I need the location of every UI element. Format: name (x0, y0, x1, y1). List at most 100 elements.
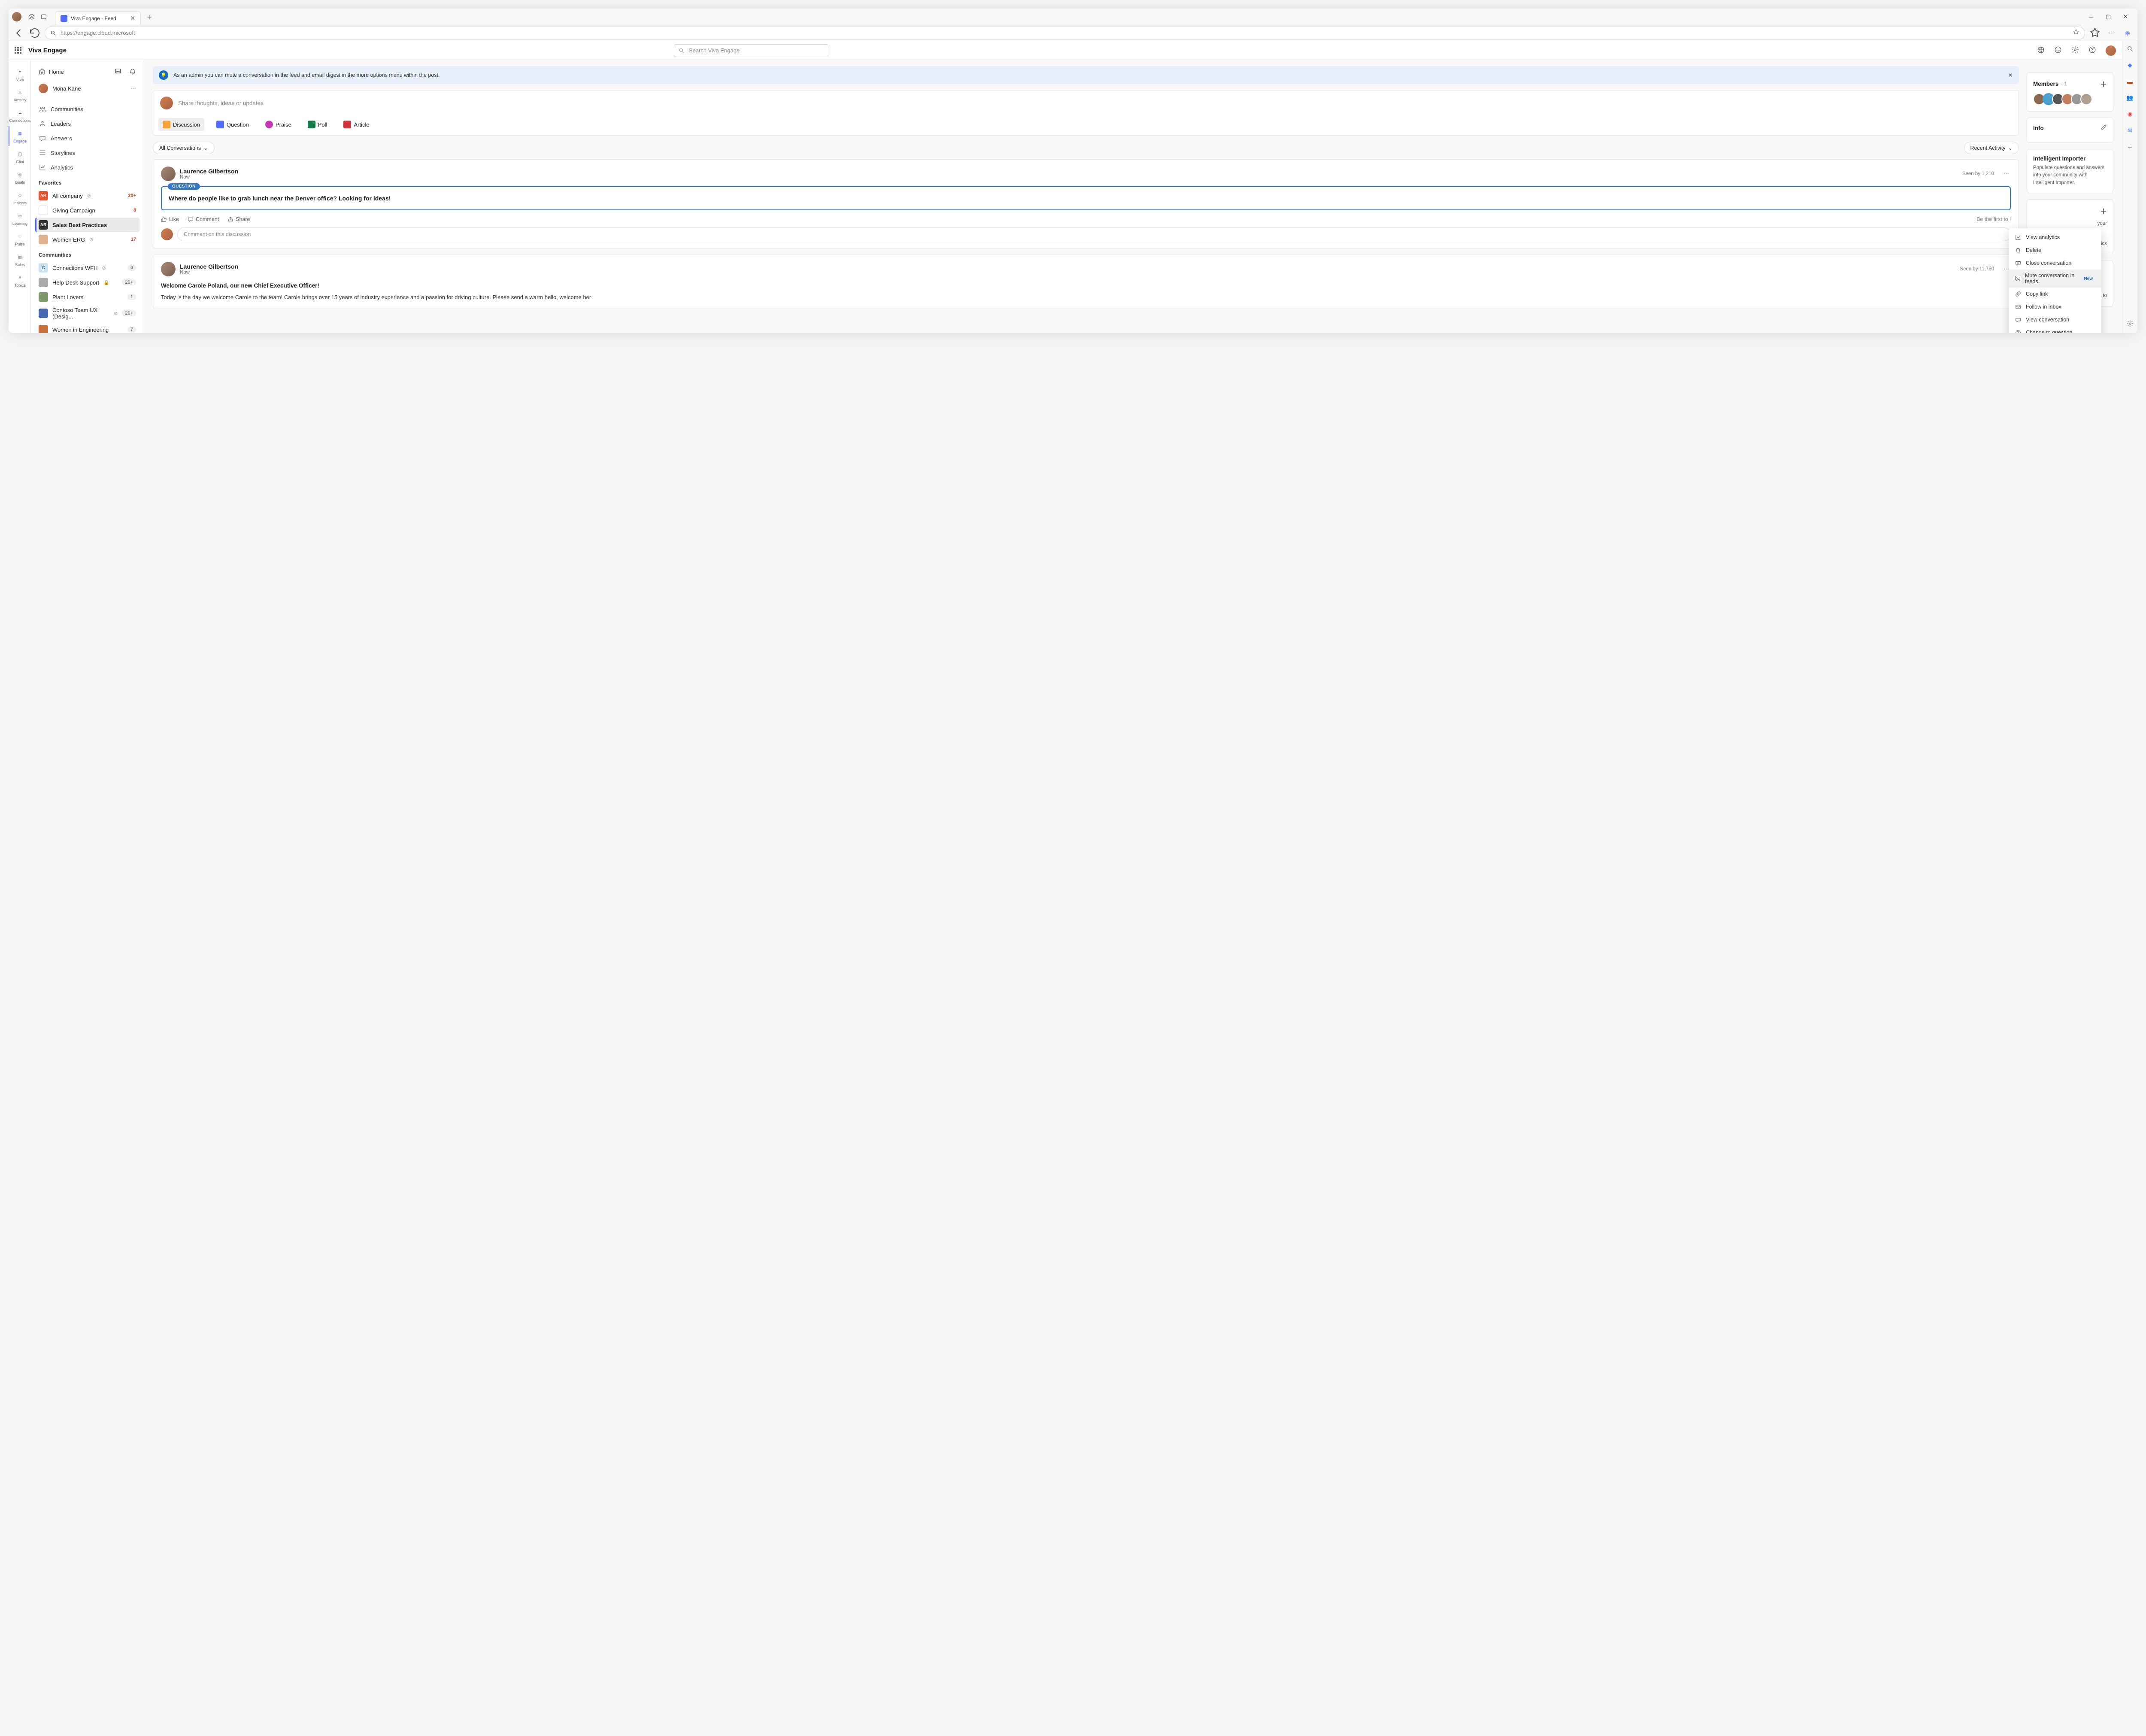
copilot-icon[interactable]: ◉ (2121, 27, 2134, 39)
menu-copy-link[interactable]: Copy link (2009, 288, 2101, 300)
banner-close-icon[interactable]: ✕ (2008, 72, 2013, 79)
office-icon[interactable]: ◉ (2126, 110, 2134, 118)
browser-tab[interactable]: Viva Engage - Feed ✕ (55, 11, 141, 25)
comm-contoso-ux[interactable]: Contoso Team UX (Desig...⊘20+ (35, 304, 139, 322)
search-sidebar-icon[interactable] (2126, 45, 2134, 53)
rail-insights[interactable]: ◇Insights (9, 188, 31, 208)
author-name[interactable]: Laurence Gilbertson (180, 263, 238, 270)
rail-topics[interactable]: #Topics (9, 270, 31, 290)
nav-user[interactable]: Mona Kane ⋯ (35, 80, 139, 97)
comm-connections-wfh[interactable]: CConnections WFH⊘6 (35, 261, 139, 275)
add-button[interactable]: ＋ (2100, 206, 2107, 216)
member-avatars[interactable] (2033, 93, 2107, 105)
bell-icon[interactable] (129, 68, 136, 76)
profile-avatar[interactable] (12, 12, 21, 21)
search-input[interactable]: Search Viva Engage (674, 44, 828, 57)
comment-button[interactable]: Comment (188, 216, 219, 222)
settings-icon[interactable] (2071, 46, 2079, 55)
author-name[interactable]: Laurence Gilbertson (180, 168, 238, 175)
nav-storylines[interactable]: Storylines (35, 145, 139, 160)
post-question: Laurence Gilbertson Now Seen by 1,210 ⋯ … (153, 159, 2019, 248)
emoji-icon[interactable] (2054, 46, 2062, 55)
minimize-button[interactable]: ─ (2082, 10, 2100, 24)
add-sidebar-icon[interactable]: ＋ (2126, 142, 2134, 151)
more-button[interactable]: ⋯ (2105, 27, 2118, 39)
people-icon[interactable]: 👥 (2126, 94, 2134, 102)
tab-praise[interactable]: Praise (261, 118, 296, 131)
menu-mute-conversation[interactable]: Mute conversation in feedsNew (2009, 270, 2101, 288)
user-avatar[interactable] (2106, 45, 2116, 56)
comm-plant-lovers[interactable]: Plant Lovers1 (35, 290, 139, 304)
like-button[interactable]: Like (161, 216, 179, 222)
inbox-icon[interactable] (115, 68, 121, 76)
tab-article[interactable]: Article (339, 118, 373, 131)
filter-conversations[interactable]: All Conversations⌄ (153, 142, 215, 154)
app-launcher-icon[interactable] (15, 47, 22, 55)
fav-all-company[interactable]: ARAll company⊘20+ (35, 188, 139, 203)
maximize-button[interactable]: ▢ (2100, 10, 2117, 24)
author-avatar[interactable] (161, 262, 176, 276)
info-card: Info (2027, 118, 2113, 143)
user-more-icon[interactable]: ⋯ (130, 85, 136, 92)
seen-count: Seen by 11,750 (1960, 267, 1994, 272)
app-header: Viva Engage Search Viva Engage (9, 41, 2122, 60)
rail-engage[interactable]: ▦Engage (9, 126, 31, 146)
refresh-button[interactable] (28, 27, 41, 39)
globe-icon[interactable] (2037, 46, 2045, 55)
nav-analytics[interactable]: Analytics (35, 160, 139, 175)
post-more-button[interactable]: ⋯ (2002, 169, 2011, 179)
share-button[interactable]: Share (227, 216, 250, 222)
rail-amplify[interactable]: △Amplify (9, 85, 31, 105)
comment-input[interactable]: Comment on this discussion (177, 227, 2011, 241)
comm-women-eng[interactable]: Women in Engineering7 (35, 322, 139, 333)
rail-glint[interactable]: ◯Glint (9, 147, 31, 167)
page-info-icon[interactable] (2073, 29, 2079, 37)
add-member-button[interactable]: ＋ (2100, 79, 2107, 89)
filter-sort[interactable]: Recent Activity⌄ (1964, 142, 2019, 154)
favorites-button[interactable] (2088, 27, 2101, 39)
tab-poll[interactable]: Poll (303, 118, 332, 131)
new-tab-button[interactable]: ＋ (143, 11, 155, 23)
rail-pulse[interactable]: ♡Pulse (9, 229, 31, 249)
rail-sales[interactable]: ▤Sales (9, 250, 31, 270)
user-avatar-small (39, 84, 48, 93)
menu-close-conversation[interactable]: Close conversation (2009, 257, 2101, 270)
outlook-icon[interactable]: ✉ (2126, 126, 2134, 135)
help-icon[interactable] (2088, 46, 2096, 55)
close-tab-icon[interactable]: ✕ (130, 15, 135, 22)
close-window-button[interactable]: ✕ (2117, 10, 2134, 24)
importer-card: Intelligent Importer Populate questions … (2027, 149, 2113, 193)
nav-home[interactable]: Home (35, 65, 139, 79)
composer-input[interactable]: Share thoughts, ideas or updates (153, 91, 2019, 115)
fav-women-erg[interactable]: Women ERG⊘17 (35, 232, 139, 247)
tab-actions-icon[interactable] (38, 11, 50, 23)
workspaces-icon[interactable] (26, 11, 38, 23)
comm-helpdesk[interactable]: Help Desk Support🔒20+ (35, 275, 139, 290)
left-navigation: Home Mona Kane ⋯ Communities Leaders Ans… (31, 60, 144, 333)
tab-question[interactable]: Question (212, 118, 253, 131)
rail-viva[interactable]: ✦Viva (9, 64, 31, 84)
nav-communities[interactable]: Communities (35, 102, 139, 116)
question-text: Where do people like to grab lunch near … (169, 195, 2003, 202)
fav-giving[interactable]: ❤Giving Campaign8 (35, 203, 139, 218)
rail-learning[interactable]: ▭Learning (9, 209, 31, 228)
url-input[interactable]: https://engage.cloud.microsoft (45, 27, 2085, 39)
nav-answers[interactable]: Answers (35, 131, 139, 145)
toolbox-icon[interactable]: ▬ (2126, 77, 2134, 86)
menu-follow-inbox[interactable]: Follow in inbox (2009, 300, 2101, 313)
rail-goals[interactable]: ◎Goals (9, 167, 31, 187)
menu-view-analytics[interactable]: View analytics (2009, 231, 2101, 244)
author-avatar[interactable] (161, 167, 176, 181)
post-announcement: Laurence Gilbertson Now Seen by 11,750 ⋯… (153, 254, 2019, 309)
edit-info-button[interactable] (2101, 124, 2107, 132)
menu-view-conversation[interactable]: View conversation (2009, 313, 2101, 326)
menu-change-question[interactable]: Change to question (2009, 326, 2101, 333)
menu-delete[interactable]: Delete (2009, 244, 2101, 257)
fav-sales-best-practices[interactable]: ARSales Best Practices (35, 218, 139, 232)
tag-icon[interactable]: ◆ (2126, 61, 2134, 70)
settings-sidebar-icon[interactable] (2126, 319, 2134, 328)
tab-discussion[interactable]: Discussion (158, 118, 204, 131)
nav-leaders[interactable]: Leaders (35, 116, 139, 131)
rail-connections[interactable]: ☁Connections (9, 106, 31, 125)
back-button[interactable] (12, 27, 25, 39)
